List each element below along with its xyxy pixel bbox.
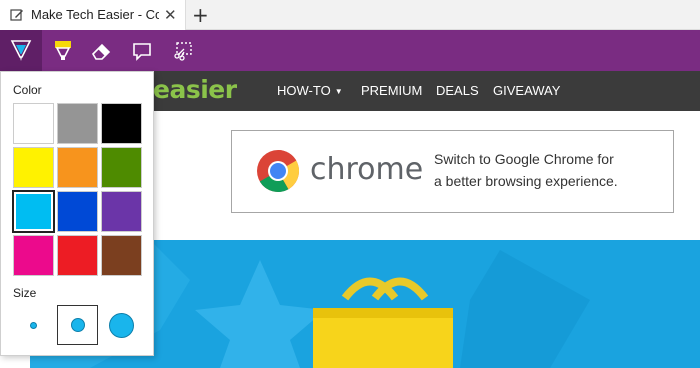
color-swatch[interactable]: [13, 147, 54, 188]
color-swatch[interactable]: [12, 190, 55, 233]
nav-deals[interactable]: DEALS: [436, 83, 479, 98]
size-label: Size: [13, 286, 37, 300]
nav-premium[interactable]: PREMIUM: [361, 83, 422, 98]
tab-strip: Make Tech Easier - Com ✕ +: [0, 0, 700, 30]
clip-button[interactable]: [162, 30, 204, 71]
caret-down-icon: ▼: [334, 87, 343, 97]
nav-howto[interactable]: HOW-TO ▼: [277, 83, 343, 98]
highlighter-icon: [55, 40, 71, 60]
chrome-logo-icon: [257, 150, 300, 193]
ink-toolbar: [0, 30, 700, 71]
eraser-icon: [91, 43, 111, 60]
browser-tab[interactable]: Make Tech Easier - Com ✕: [0, 0, 186, 30]
color-swatch[interactable]: [101, 235, 142, 276]
pen-icon: [10, 39, 32, 61]
ballpoint-pen-button[interactable]: [0, 30, 42, 71]
ad-line-1: Switch to Google Chrome for: [434, 151, 614, 167]
tab-title: Make Tech Easier - Com: [31, 7, 159, 22]
nav-howto-label: HOW-TO: [277, 83, 331, 98]
edit-page-icon: [10, 8, 24, 22]
pen-settings-flyout: Color Size: [0, 71, 154, 356]
highlighter-button[interactable]: [42, 30, 84, 71]
color-label: Color: [13, 83, 42, 97]
ad-line-2: a better browsing experience.: [434, 173, 618, 189]
close-tab-icon[interactable]: ✕: [164, 6, 177, 24]
nav-giveaway[interactable]: GIVEAWAY: [493, 83, 560, 98]
color-swatch[interactable]: [57, 147, 98, 188]
color-swatch[interactable]: [101, 191, 142, 232]
add-note-button[interactable]: [121, 30, 163, 71]
color-swatch[interactable]: [101, 103, 142, 144]
clip-icon: [174, 41, 192, 61]
ad-text: Switch to Google Chrome for a better bro…: [434, 148, 618, 192]
color-swatch[interactable]: [57, 103, 98, 144]
chrome-wordmark: chrome: [310, 152, 424, 187]
note-icon: [133, 42, 151, 61]
size-medium-button[interactable]: [57, 305, 98, 345]
size-small-button[interactable]: [13, 306, 54, 344]
color-swatch[interactable]: [57, 191, 98, 232]
large-dot-icon: [109, 312, 134, 338]
chrome-ad-banner[interactable]: chrome Switch to Google Chrome for a bet…: [231, 130, 674, 213]
color-swatch[interactable]: [13, 103, 54, 144]
eraser-button[interactable]: [80, 30, 122, 71]
color-swatch[interactable]: [13, 235, 54, 276]
site-logo[interactable]: easier: [153, 75, 237, 104]
medium-dot-icon: [70, 318, 85, 332]
color-swatch[interactable]: [57, 235, 98, 276]
size-large-button[interactable]: [100, 306, 143, 344]
color-swatch[interactable]: [101, 147, 142, 188]
new-tab-button[interactable]: +: [192, 3, 209, 27]
small-dot-icon: [30, 321, 37, 329]
